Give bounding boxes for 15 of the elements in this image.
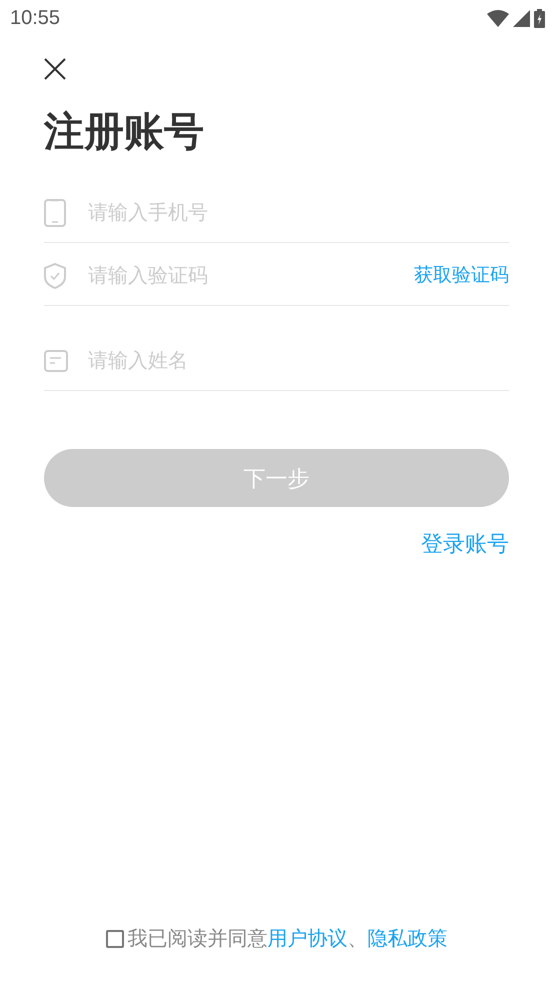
shield-icon [44,263,66,289]
agreement-text: 我已阅读并同意用户协议、隐私政策 [128,927,448,952]
get-code-link[interactable]: 获取验证码 [414,262,509,290]
agreement-checkbox[interactable] [106,930,124,948]
phone-icon [44,199,66,227]
agreement-link[interactable]: 用户协议 [268,928,348,950]
agreement-link[interactable]: 隐私政策 [368,928,448,950]
status-time: 10:55 [10,6,60,31]
wifi-icon [487,9,509,27]
battery-icon [534,8,545,28]
card-icon [44,350,68,372]
login-link[interactable]: 登录账号 [421,527,509,560]
signal-icon [513,10,530,26]
close-icon[interactable] [44,58,66,80]
page-title: 注册账号 [44,109,205,156]
